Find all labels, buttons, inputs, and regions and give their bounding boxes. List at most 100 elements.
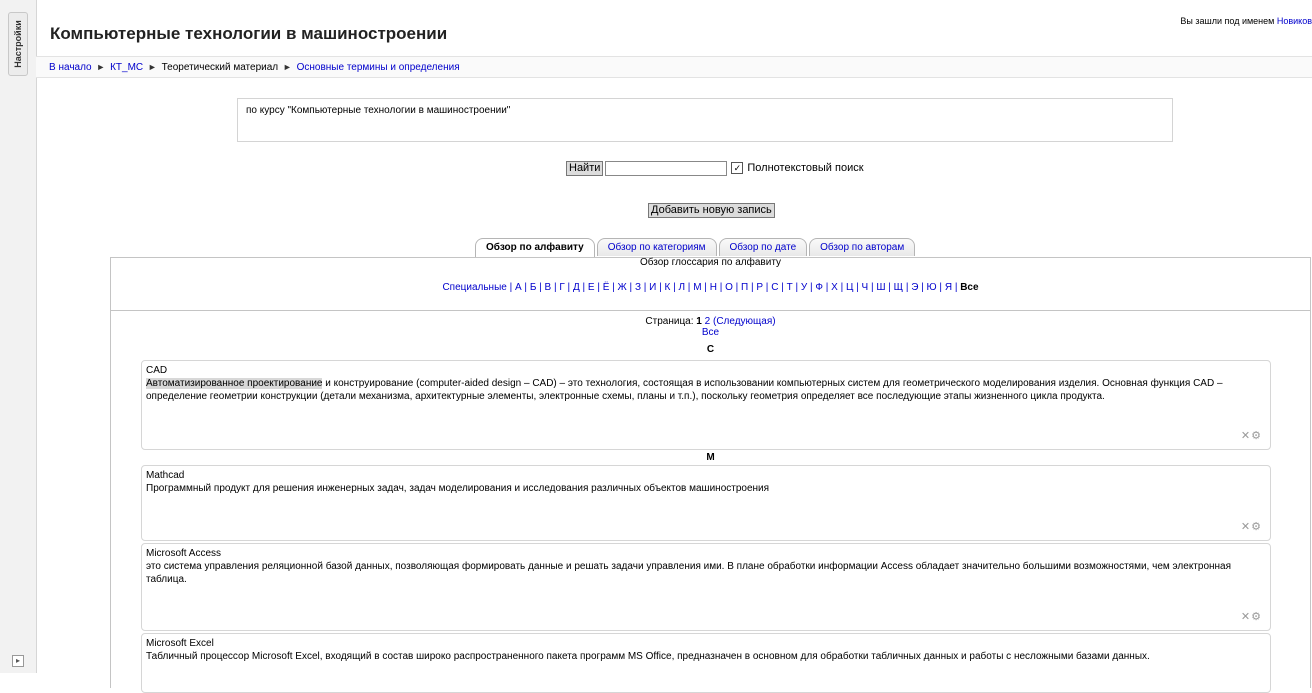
letter-heading: C xyxy=(706,344,715,355)
settings-tab-label: Настройки xyxy=(13,20,23,68)
entry-definition: это система управления реляционной базой… xyxy=(146,561,1232,585)
alphabet-separator: | xyxy=(609,282,618,293)
paging-next[interactable]: (Следующая) xyxy=(713,316,776,327)
alphabet-letter[interactable]: Х xyxy=(831,282,838,293)
breadcrumb-home[interactable]: В начало xyxy=(49,62,92,73)
alphabet-letter[interactable]: Ф xyxy=(815,282,823,293)
paging-current: 1 xyxy=(696,316,702,327)
search-button[interactable]: Найти xyxy=(566,160,604,176)
alphabet-letter[interactable]: А xyxy=(515,282,522,293)
user-link[interactable]: Новиков xyxy=(1277,16,1312,26)
tab-author[interactable]: Обзор по авторам xyxy=(809,238,916,256)
alphabet-separator: | xyxy=(716,282,726,293)
add-entry-button[interactable]: Добавить новую запись xyxy=(648,203,775,218)
browse-heading: Обзор глоссария по алфавиту xyxy=(639,257,782,268)
breadcrumb-course[interactable]: КТ_МС xyxy=(110,62,143,73)
alphabet-separator: | xyxy=(506,282,515,293)
delete-icon[interactable]: ✕ xyxy=(1241,521,1251,533)
alphabet-letter[interactable]: Ш xyxy=(876,282,885,293)
breadcrumb: В начало ► КТ_МС ► Теоретический материа… xyxy=(36,56,1312,78)
login-prefix: Вы зашли под именем xyxy=(1180,16,1275,26)
alphabet-separator: | xyxy=(792,282,801,293)
entry-definition: Табличный процессор Microsoft Excel, вхо… xyxy=(146,651,1150,662)
expand-icon[interactable]: ▸ xyxy=(12,655,24,667)
alphabet-letter[interactable]: Е xyxy=(588,282,595,293)
paging: Страница: 1 2 (Следующая) Все xyxy=(111,316,1310,338)
entry-term: Mathcad xyxy=(146,470,185,481)
glossary-entry: Mathcad Программный продукт для решения … xyxy=(141,465,1271,541)
breadcrumb-arrow-icon: ► xyxy=(96,62,106,72)
paging-label: Страница: xyxy=(645,316,694,327)
alphabet-separator: | xyxy=(732,282,742,293)
breadcrumb-section: Теоретический материал xyxy=(161,62,279,73)
alphabet-separator: | xyxy=(936,282,945,293)
alphabet-separator: | xyxy=(685,282,694,293)
alphabet-separator: | xyxy=(594,282,603,293)
entry-term: CAD xyxy=(146,365,168,376)
entry-actions: ✕⚙ xyxy=(1241,611,1262,624)
alphabet-letter[interactable]: Я xyxy=(945,282,952,293)
paging-all[interactable]: Все xyxy=(702,327,719,338)
alphabet-separator: | xyxy=(701,282,710,293)
alphabet-separator: | xyxy=(885,282,894,293)
alphabet-separator: | xyxy=(640,282,650,293)
entry-term: Microsoft Access xyxy=(146,548,222,559)
entry-actions: ✕⚙ xyxy=(1241,430,1262,443)
fulltext-label: Полнотекстовый поиск xyxy=(747,162,864,174)
alphabet-special[interactable]: Специальные xyxy=(442,282,506,293)
alphabet-letter[interactable]: Н xyxy=(710,282,717,293)
search-form: Найти ✓ Полнотекстовый поиск xyxy=(566,160,864,176)
alphabet-separator: | xyxy=(952,282,961,293)
alphabet-letter[interactable]: Ж xyxy=(618,282,627,293)
settings-tab[interactable]: Настройки xyxy=(8,12,28,76)
alphabet-separator: | xyxy=(918,282,927,293)
intro-text: по курсу "Компьютерные технологии в маши… xyxy=(246,105,511,116)
tab-alphabet[interactable]: Обзор по алфавиту xyxy=(475,238,595,258)
alphabet-letter[interactable]: О xyxy=(725,282,733,293)
breadcrumb-arrow-icon: ► xyxy=(147,62,157,72)
entry-definition: Программный продукт для решения инженерн… xyxy=(146,483,770,494)
settings-dock: Настройки ▸ xyxy=(0,0,37,673)
entry-definition: Автоматизированное проектирование и конс… xyxy=(146,378,1223,402)
gear-icon[interactable]: ⚙ xyxy=(1251,611,1262,623)
breadcrumb-page[interactable]: Основные термины и определения xyxy=(297,62,460,73)
browse-tabs: Обзор по алфавиту Обзор по категориям Об… xyxy=(475,238,917,258)
gear-icon[interactable]: ⚙ xyxy=(1251,430,1262,442)
delete-icon[interactable]: ✕ xyxy=(1241,611,1251,623)
tab-date[interactable]: Обзор по дате xyxy=(718,238,808,256)
alphabet-separator: | xyxy=(521,282,530,293)
glossary-entry: CAD Автоматизированное проектирование и … xyxy=(141,360,1271,450)
search-input[interactable] xyxy=(605,160,728,176)
alphabet-separator: | xyxy=(903,282,912,293)
alphabet-letter[interactable]: М xyxy=(693,282,701,293)
glossary-entry: Microsoft Access это система управления … xyxy=(141,543,1271,631)
delete-icon[interactable]: ✕ xyxy=(1241,430,1251,442)
alphabet-letter[interactable]: Щ xyxy=(894,282,903,293)
alphabet-separator: | xyxy=(853,282,862,293)
alphabet-letter[interactable]: Ю xyxy=(927,282,937,293)
page-title: Компьютерные технологии в машиностроении xyxy=(50,24,448,43)
glossary-intro: по курсу "Компьютерные технологии в маши… xyxy=(237,98,1173,142)
paging-next-number[interactable]: 2 xyxy=(705,316,711,327)
alphabet-separator: | xyxy=(837,282,846,293)
alphabet-separator: | xyxy=(626,282,635,293)
login-info: Вы зашли под именем Новиков xyxy=(1180,16,1312,26)
alphabet-bar: Специальные | А | Б | В | Г | Д | Е | Ё … xyxy=(111,282,1310,294)
alphabet-separator: | xyxy=(763,282,772,293)
gear-icon[interactable]: ⚙ xyxy=(1251,521,1262,533)
entry-actions: ✕⚙ xyxy=(1241,521,1262,534)
alphabet-separator: | xyxy=(579,282,588,293)
fulltext-checkbox[interactable]: ✓ xyxy=(731,162,744,174)
alphabet-letter[interactable]: Д xyxy=(573,282,580,293)
alphabet-separator: | xyxy=(778,282,787,293)
breadcrumb-arrow-icon: ► xyxy=(282,62,292,72)
alphabet-separator: | xyxy=(564,282,573,293)
entry-term: Microsoft Excel xyxy=(146,638,214,649)
glossary-main: Обзор глоссария по алфавиту Специальные … xyxy=(110,257,1311,693)
alphabet-all: Все xyxy=(960,282,979,293)
glossary-entry: Microsoft Excel Табличный процессор Micr… xyxy=(141,633,1271,693)
alphabet-separator: | xyxy=(536,282,545,293)
tab-category[interactable]: Обзор по категориям xyxy=(596,238,717,256)
alphabet-separator: | xyxy=(822,282,832,293)
browse-header: Обзор глоссария по алфавиту Специальные … xyxy=(111,258,1310,311)
